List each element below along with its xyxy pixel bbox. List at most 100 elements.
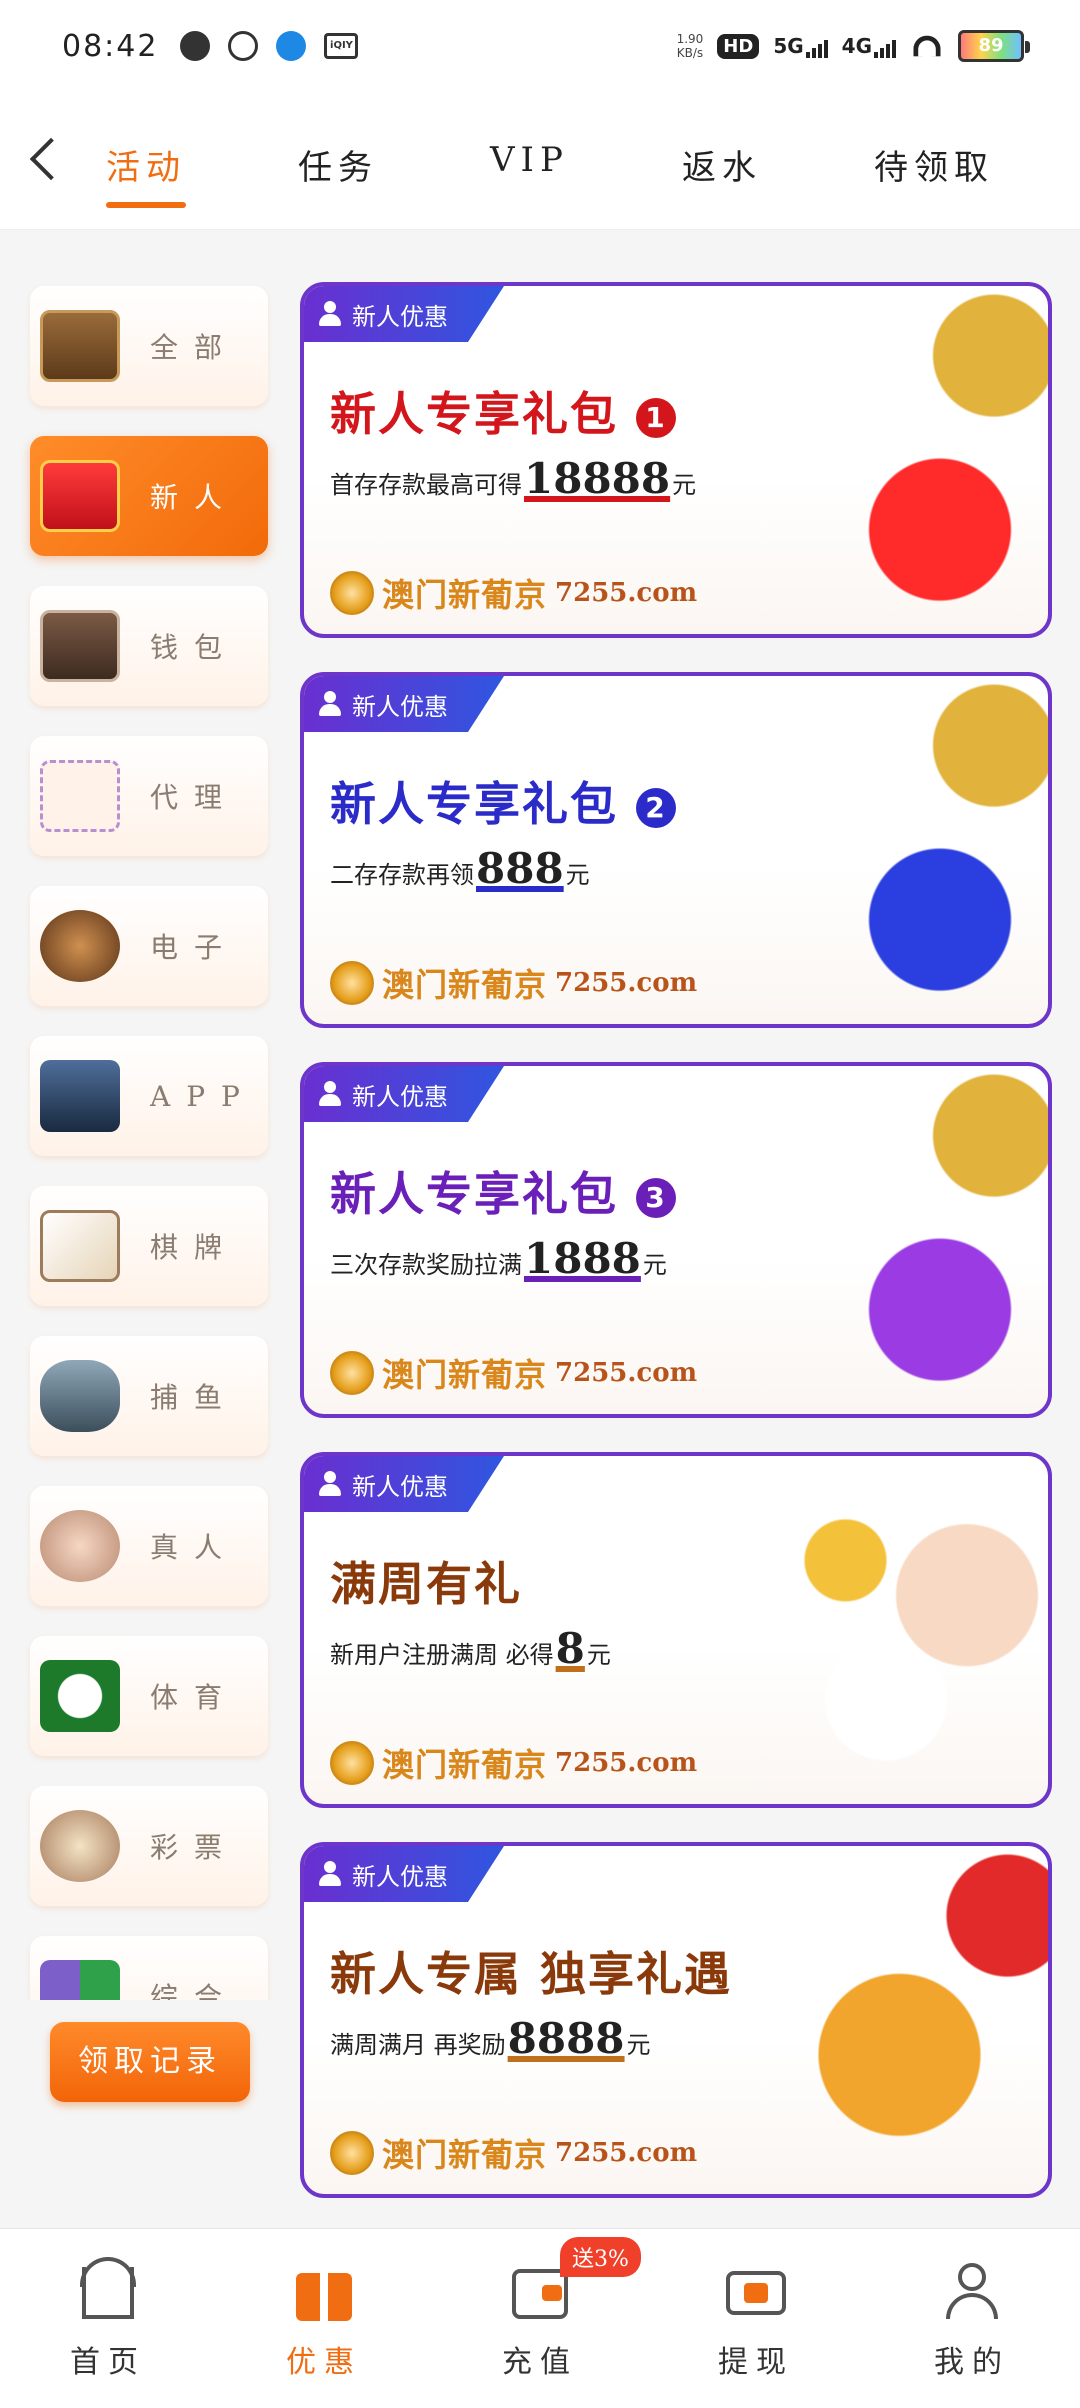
promo-banner[interactable]: 新人优惠 新人专属 独享礼遇 满周满月 再奖励 8888 元澳门新葡京 7255.com <box>300 1842 1052 2198</box>
notification-app-icon <box>180 31 211 61</box>
category-label: 代理 <box>150 781 239 814</box>
brand-lockup: 澳门新葡京 7255.com <box>330 570 697 616</box>
soccer-ball-icon <box>40 1660 120 1732</box>
promo-title: 新人专享礼包 1 <box>330 378 677 444</box>
tab-1[interactable]: 任务 <box>298 140 490 208</box>
user-icon <box>318 691 342 717</box>
back-arrow-icon[interactable] <box>29 137 73 181</box>
tab-0[interactable]: 活动 <box>106 140 298 208</box>
top-tab-bar: 活动 任务 VIP 返水 待领取 <box>0 92 1080 230</box>
promo-illustration <box>778 1846 1048 2194</box>
profile-icon <box>940 2263 1004 2323</box>
category-label: 真人 <box>150 1531 239 1564</box>
category-label: 新人 <box>150 481 239 514</box>
battery-indicator: 89 <box>958 30 1030 62</box>
promo-tag: 新人优惠 <box>304 1456 504 1512</box>
brand-lockup: 澳门新葡京 7255.com <box>330 1740 697 1786</box>
brand-logo-icon <box>330 961 374 1005</box>
fish-icon <box>40 1360 120 1432</box>
signal-5g: 5G <box>773 34 828 58</box>
category-label: 全部 <box>150 331 239 364</box>
bottom-nav: 首页 优惠 充值 送3% 提现 我的 <box>0 2228 1080 2408</box>
tab-4[interactable]: 待领取 <box>874 140 1066 208</box>
clock: 08:42 <box>62 28 159 64</box>
promo-tag: 新人优惠 <box>304 1846 504 1902</box>
status-bar: 08:42 iQIY 1.90 KB/s HD 5G 4G 89 <box>0 0 1080 92</box>
category-10[interactable]: 彩票 <box>30 1786 268 1906</box>
nav-profile[interactable]: 我的 <box>864 2229 1080 2408</box>
promo-banner[interactable]: 新人优惠 新人专享礼包 2 二存存款再领 888 元澳门新葡京 7255.com <box>300 672 1052 1028</box>
nav-withdraw-ticket[interactable]: 提现 <box>648 2229 864 2408</box>
promo-amount: 18888 <box>524 454 671 503</box>
browser-notification-icon <box>276 31 307 61</box>
nav-label: 我的 <box>934 2345 1010 2380</box>
brand-lockup: 澳门新葡京 7255.com <box>330 2130 697 2176</box>
category-9[interactable]: 体育 <box>30 1636 268 1756</box>
category-1[interactable]: 新人 <box>30 436 268 556</box>
promo-banner[interactable]: 新人优惠满周有礼新用户注册满周 必得 8 元澳门新葡京 7255.com <box>300 1452 1052 1808</box>
category-label: 棋牌 <box>150 1231 239 1264</box>
deposit-bonus-badge: 送3% <box>560 2237 641 2277</box>
category-5[interactable]: APP <box>30 1036 268 1156</box>
promo-banner[interactable]: 新人优惠 新人专享礼包 1 首存存款最高可得 18888 元澳门新葡京 7255.com <box>300 282 1052 638</box>
promo-title: 满周有礼 <box>330 1557 522 1611</box>
promo-illustration <box>778 676 1048 1024</box>
gift-box-icon <box>292 2263 356 2323</box>
category-7[interactable]: 捕鱼 <box>30 1336 268 1456</box>
user-icon <box>318 1861 342 1887</box>
agent-network-icon <box>40 760 120 832</box>
category-3[interactable]: 代理 <box>30 736 268 856</box>
hd-voice-icon: HD <box>717 33 760 59</box>
wallet-icon <box>40 610 120 682</box>
playing-cards-icon <box>40 1210 120 1282</box>
category-2[interactable]: 钱包 <box>30 586 268 706</box>
category-label: 钱包 <box>150 631 239 664</box>
home-icon <box>76 2257 140 2323</box>
nav-home[interactable]: 首页 <box>0 2229 216 2408</box>
category-11[interactable]: 综合 <box>30 1936 268 2000</box>
network-speed: 1.90 KB/s <box>676 32 704 60</box>
slot-machine-icon <box>40 910 120 982</box>
promo-illustration <box>778 286 1048 634</box>
promo-banner[interactable]: 新人优惠 新人专享礼包 3 三次存款奖励拉满 1888 元澳门新葡京 7255.com <box>300 1062 1052 1418</box>
brand-logo-icon <box>330 2131 374 2175</box>
lottery-balls-icon <box>40 1810 120 1882</box>
iqiyi-icon: iQIY <box>324 33 359 59</box>
nav-label: 充值 <box>502 2345 578 2380</box>
category-label: 电子 <box>150 931 239 964</box>
promo-title: 新人专享礼包 2 <box>330 768 677 834</box>
hotspot-icon <box>228 31 259 61</box>
promo-tag: 新人优惠 <box>304 1066 504 1122</box>
promo-title: 新人专享礼包 3 <box>330 1158 677 1224</box>
brand-logo-icon <box>330 1741 374 1785</box>
brand-logo-icon <box>330 571 374 615</box>
user-icon <box>318 1081 342 1107</box>
promo-subtitle: 三次存款奖励拉满 1888 元 <box>330 1234 667 1283</box>
promo-number-badge: 1 <box>636 397 677 438</box>
withdraw-ticket-icon <box>724 2263 788 2323</box>
category-0[interactable]: 全部 <box>30 286 268 406</box>
tab-2[interactable]: VIP <box>490 140 682 208</box>
signal-4g: 4G <box>842 34 896 58</box>
claim-record-button[interactable]: 领取记录 <box>50 2022 250 2102</box>
category-label: 综合 <box>150 1981 239 2000</box>
promo-amount: 8888 <box>507 2014 625 2063</box>
category-4[interactable]: 电子 <box>30 886 268 1006</box>
promo-illustration <box>778 1066 1048 1414</box>
mixed-icon <box>40 1960 120 2000</box>
category-6[interactable]: 棋牌 <box>30 1186 268 1306</box>
category-sidebar: 全部新人钱包代理电子 APP 棋牌捕鱼真人体育彩票综合 <box>0 230 290 2000</box>
wifi-icon <box>913 35 941 57</box>
user-icon <box>318 301 342 327</box>
phone-app-icon <box>40 1060 120 1132</box>
nav-gift-box[interactable]: 优惠 <box>216 2229 432 2408</box>
promo-subtitle: 新用户注册满周 必得 8 元 <box>330 1624 611 1673</box>
tab-3[interactable]: 返水 <box>682 140 874 208</box>
promo-illustration <box>778 1456 1048 1804</box>
category-label: 捕鱼 <box>150 1381 239 1414</box>
promo-amount: 888 <box>476 844 564 893</box>
category-label: 彩票 <box>150 1831 239 1864</box>
promo-subtitle: 满周满月 再奖励 8888 元 <box>330 2014 651 2063</box>
category-8[interactable]: 真人 <box>30 1486 268 1606</box>
promo-tag: 新人优惠 <box>304 286 504 342</box>
